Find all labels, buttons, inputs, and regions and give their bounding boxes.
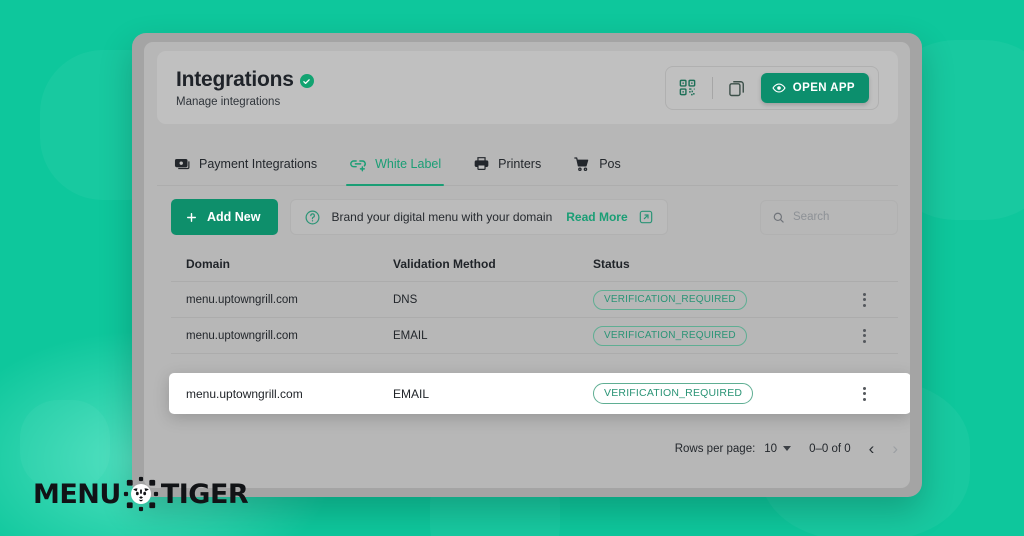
eye-icon [772, 81, 786, 95]
tab-white-label[interactable]: White Label [346, 142, 445, 186]
table-pagination: Rows per page: 10 0–0 of 0 ‹ › [171, 440, 898, 457]
promo-banner: Brand your digital menu with your domain… [290, 199, 668, 235]
tab-label: Payment Integrations [199, 156, 318, 171]
search-input[interactable] [793, 211, 886, 223]
open-app-button[interactable]: OPEN APP [760, 72, 869, 103]
external-link-icon[interactable] [638, 209, 654, 225]
chevron-down-icon [783, 446, 792, 451]
table-row-highlighted[interactable]: menu.uptowngrill.com EMAIL VERIFICATION_… [169, 373, 910, 414]
page-title: Integrations [176, 67, 294, 91]
page-navigation: ‹ › [869, 440, 898, 457]
search-icon [772, 211, 785, 224]
tab-bar: Payment Integrations White Label Printer… [157, 142, 898, 186]
promo-text: Brand your digital menu with your domain [331, 210, 553, 224]
tab-pos[interactable]: Pos [570, 142, 624, 185]
white-label-table: Domain Validation Method Status menu.upt… [169, 247, 910, 414]
rows-per-page: Rows per page: 10 [674, 442, 792, 455]
app-content-area: Integrations Manage integrations OPEN AP… [144, 42, 910, 488]
link-plus-icon [349, 155, 367, 173]
status-badge: VERIFICATION_REQUIRED [593, 326, 747, 346]
tab-label: White Label [375, 156, 442, 171]
shopping-cart-icon [573, 155, 591, 173]
page-subtitle: Manage integrations [176, 95, 281, 108]
action-divider [711, 76, 713, 99]
kebab-menu-icon[interactable] [863, 292, 866, 307]
cell-domain: menu.uptowngrill.com [186, 329, 298, 342]
verified-badge-icon [299, 74, 314, 88]
page-header: Integrations Manage integrations OPEN AP… [157, 51, 898, 124]
plus-icon [185, 211, 198, 224]
add-new-label: Add New [207, 210, 261, 224]
cell-validation-method: DNS [393, 293, 418, 306]
rows-per-page-select[interactable]: 10 [764, 442, 792, 455]
header-action-group: OPEN APP [664, 65, 879, 110]
logo-word-tiger: TIGER [160, 478, 249, 510]
question-circle-icon [304, 209, 321, 226]
tab-payment-integrations[interactable]: Payment Integrations [171, 142, 320, 185]
cell-status: VERIFICATION_REQUIRED [593, 325, 833, 346]
header-titles: Integrations Manage integrations [176, 68, 314, 108]
open-app-label: OPEN APP [792, 81, 855, 94]
printer-icon [473, 155, 490, 172]
cell-status: VERIFICATION_REQUIRED [593, 383, 833, 404]
table-header-row: Domain Validation Method Status [171, 247, 898, 282]
table-row[interactable]: menu.uptowngrill.com DNS VERIFICATION_RE… [171, 282, 898, 318]
table-row[interactable]: menu.uptowngrill.com EMAIL VERIFICATION_… [171, 318, 898, 354]
search-box[interactable] [760, 199, 898, 235]
tiger-qr-logo-icon [121, 474, 161, 514]
rows-per-page-label: Rows per page: [674, 442, 756, 455]
banknote-icon [174, 155, 191, 172]
cell-status: VERIFICATION_REQUIRED [593, 289, 833, 310]
add-new-button[interactable]: Add New [171, 199, 279, 235]
kebab-menu-icon[interactable] [863, 328, 866, 343]
status-badge: VERIFICATION_REQUIRED [593, 383, 754, 404]
table-toolbar: Add New Brand your digital menu with you… [171, 198, 898, 236]
chevron-left-icon[interactable]: ‹ [869, 440, 875, 457]
read-more-link[interactable]: Read More [566, 210, 627, 224]
qr-code-icon[interactable] [675, 75, 701, 101]
app-window-frame: Integrations Manage integrations OPEN AP… [132, 33, 922, 497]
logo-word-menu: MENU [33, 478, 121, 510]
rows-per-page-value: 10 [764, 442, 778, 455]
cell-validation-method: EMAIL [393, 329, 428, 342]
column-header-domain: Domain [186, 257, 231, 271]
menu-tiger-logo: MENU TIGER [33, 474, 249, 514]
tab-label: Printers [498, 156, 542, 171]
status-badge: VERIFICATION_REQUIRED [593, 290, 747, 310]
kebab-menu-icon[interactable] [863, 386, 866, 401]
cell-domain: menu.uptowngrill.com [186, 386, 303, 401]
pagination-range: 0–0 of 0 [809, 442, 851, 455]
cell-validation-method: EMAIL [393, 386, 430, 401]
cell-domain: menu.uptowngrill.com [186, 293, 298, 306]
chevron-right-icon[interactable]: › [892, 440, 898, 457]
tab-printers[interactable]: Printers [470, 142, 544, 185]
tab-label: Pos [599, 156, 621, 171]
column-header-status: Status [593, 257, 630, 271]
column-header-validation-method: Validation Method [393, 257, 496, 271]
copy-icon[interactable] [724, 75, 750, 101]
